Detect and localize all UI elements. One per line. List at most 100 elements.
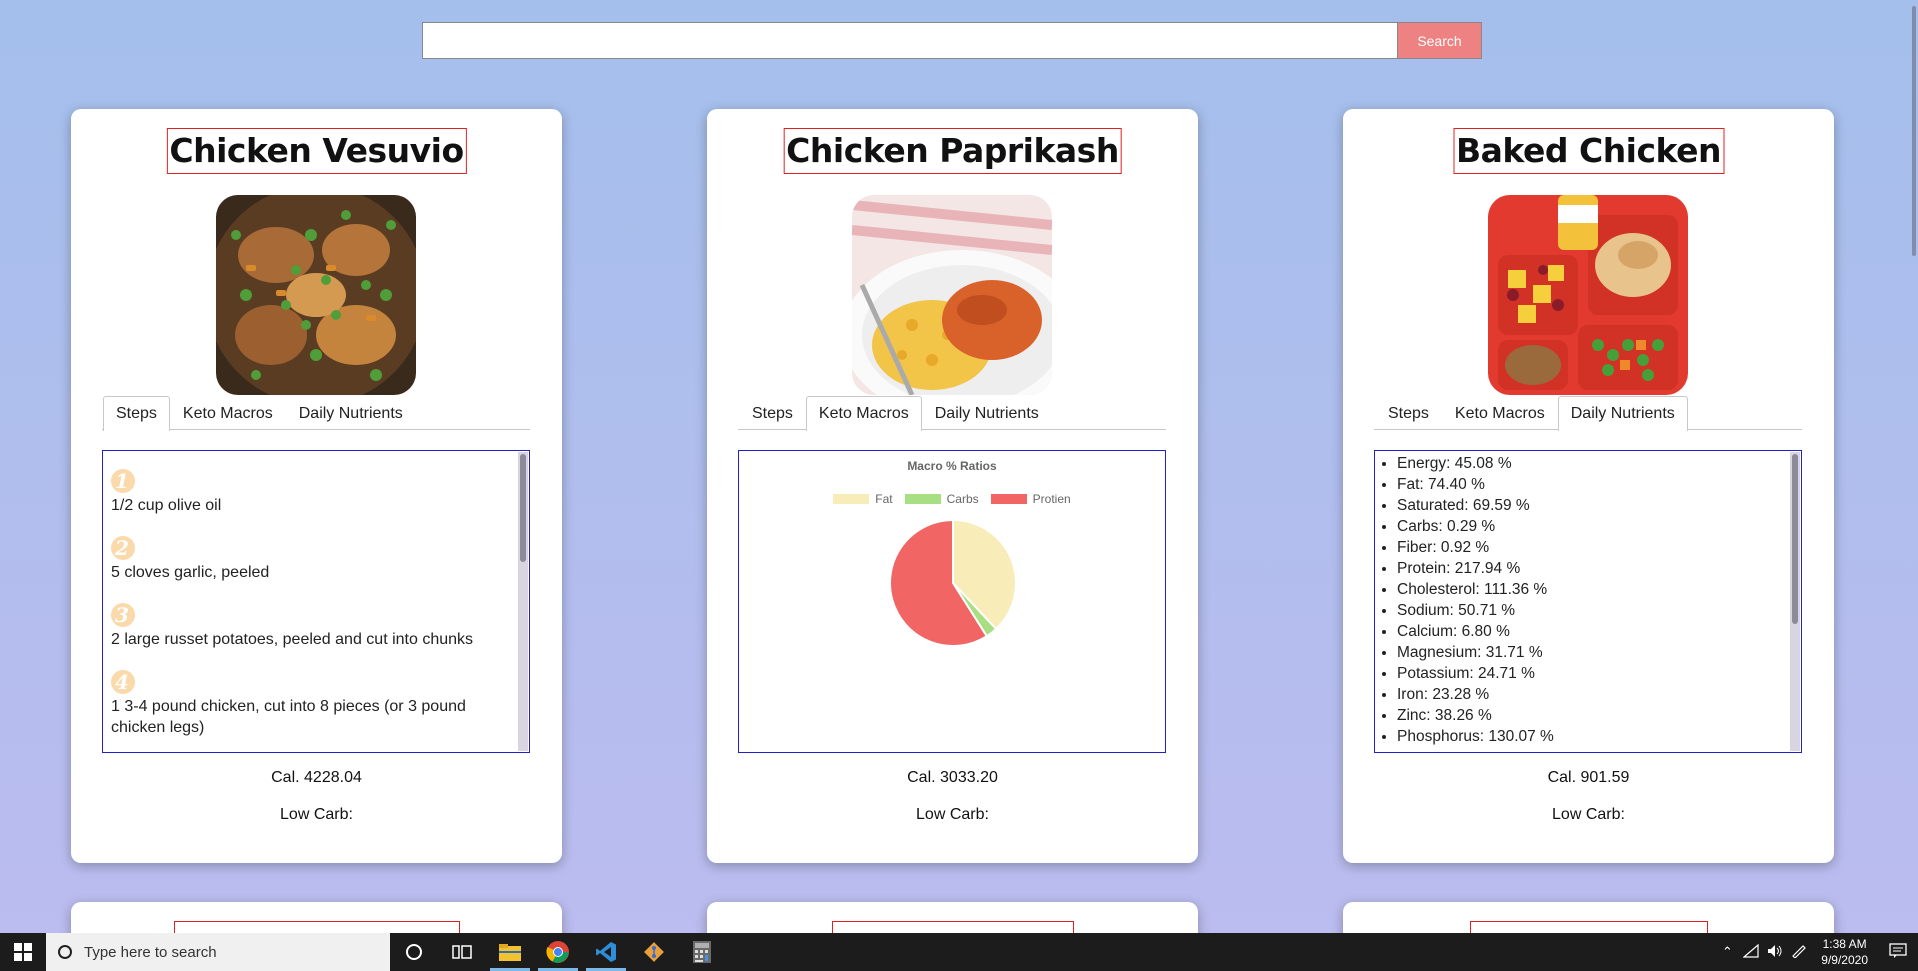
recipe-tabs: Steps Keto Macros Daily Nutrients [1374, 396, 1802, 431]
food-photo-icon [216, 195, 416, 395]
recipe-title: Chicken Vesuvio [166, 128, 467, 174]
chart-title: Macro % Ratios [907, 459, 997, 473]
low-carb-label: Low Carb: [916, 806, 989, 823]
list-item: Magnesium: 31.71 % [1397, 642, 1801, 663]
legend-swatch [833, 494, 870, 504]
tab-keto-macros[interactable]: Keto Macros [1442, 396, 1558, 430]
recipe-image [852, 195, 1052, 395]
scroll-thumb[interactable] [520, 454, 526, 562]
notifications-icon[interactable] [1878, 942, 1918, 962]
list-item: 1 1/2 cup olive oil [111, 469, 529, 516]
legend-label: Carbs [946, 492, 979, 506]
tab-steps[interactable]: Steps [1375, 396, 1442, 430]
step-number-badge: 4 [111, 670, 135, 694]
clock-time: 1:38 AM [1822, 937, 1867, 951]
list-item: Sodium: 50.71 % [1397, 600, 1801, 621]
legend-item-fat[interactable]: Fat [833, 492, 893, 506]
low-carb-label: Low Carb: [1552, 806, 1625, 823]
step-number-badge: 2 [111, 536, 135, 560]
tab-keto-macros[interactable]: Keto Macros [170, 396, 286, 430]
panel-scrollbar[interactable] [518, 452, 528, 751]
calculator-icon[interactable] [678, 933, 726, 971]
list-item: Zinc: 38.26 % [1397, 705, 1801, 726]
recipe-tabs: Steps Keto Macros Daily Nutrients [738, 396, 1166, 431]
step-number-badge: 1 [111, 469, 135, 493]
recipe-card-chicken-vesuvio: Chicken Vesuvio Steps Keto Macros Daily … [71, 109, 562, 863]
food-photo-icon [1488, 195, 1688, 395]
legend-item-protien[interactable]: Protien [990, 492, 1071, 506]
legend-swatch [990, 494, 1027, 504]
list-item: Saturated: 69.59 % [1397, 495, 1801, 516]
system-clock[interactable]: 1:38 AM 9/9/2020 [1811, 936, 1878, 968]
chart-legend: Fat Carbs Protien [739, 492, 1165, 506]
list-item: 4 1 3-4 pound chicken, cut into 8 pieces… [111, 670, 529, 738]
recipe-title: Chicken Paprikash [783, 128, 1122, 174]
tab-keto-macros[interactable]: Keto Macros [805, 396, 922, 431]
calories-label: Cal. 3033.20 [907, 769, 998, 786]
step-text: 5 cloves garlic, peeled [111, 564, 270, 581]
tab-daily-nutrients[interactable]: Daily Nutrients [922, 396, 1052, 430]
legend-item-carbs[interactable]: Carbs [904, 492, 979, 506]
pen-icon[interactable] [1787, 944, 1811, 961]
cortana-icon[interactable] [390, 933, 438, 971]
list-item: Phosphorus: 130.07 % [1397, 726, 1801, 747]
list-item: 2 5 cloves garlic, peeled [111, 536, 529, 583]
nutrients-list: Energy: 45.08 %Fat: 74.40 %Saturated: 69… [1375, 451, 1801, 747]
recipe-card-chicken-paprikash: Chicken Paprikash Steps Keto Macros Dail… [707, 109, 1198, 863]
vscode-icon[interactable] [582, 933, 630, 971]
volume-icon[interactable] [1763, 944, 1787, 961]
taskbar-search[interactable]: Type here to search [46, 933, 390, 971]
recipe-card-baked-chicken: Baked Chicken Steps Keto Macros Daily Nu… [1343, 109, 1834, 863]
chevron-up-icon[interactable]: ⌃ [1715, 944, 1739, 960]
recipe-tabs: Steps Keto Macros Daily Nutrients [102, 396, 530, 431]
task-view-icon[interactable] [438, 933, 486, 971]
tab-daily-nutrients[interactable]: Daily Nutrients [1557, 396, 1688, 431]
list-item: 3 2 large russet potatoes, peeled and cu… [111, 603, 529, 650]
page-scroll-thumb[interactable] [1912, 6, 1916, 256]
system-tray: ⌃ 1:38 AM 9/9/2020 [1715, 933, 1918, 971]
step-number-badge: 3 [111, 603, 135, 627]
tab-steps[interactable]: Steps [739, 396, 806, 430]
windows-taskbar: Type here to search ⌃ 1:38 AM 9/9/2020 [0, 933, 1918, 971]
git-client-icon[interactable] [630, 933, 678, 971]
search-input[interactable] [422, 22, 1398, 59]
list-item: Cholesterol: 111.36 % [1397, 579, 1801, 600]
tab-daily-nutrients[interactable]: Daily Nutrients [286, 396, 416, 430]
list-item: Fat: 74.40 % [1397, 474, 1801, 495]
recipe-image [216, 195, 416, 395]
list-item: Fiber: 0.92 % [1397, 537, 1801, 558]
recipe-title: Baked Chicken [1453, 128, 1724, 174]
list-item: Potassium: 24.71 % [1397, 663, 1801, 684]
list-item: Energy: 45.08 % [1397, 453, 1801, 474]
legend-swatch [904, 494, 941, 504]
chrome-icon[interactable] [534, 933, 582, 971]
search-bar: Search [422, 22, 1482, 59]
scroll-thumb[interactable] [1792, 454, 1798, 624]
windows-logo-icon [14, 943, 32, 961]
steps-panel[interactable]: 1 1/2 cup olive oil 2 5 cloves garlic, p… [102, 450, 530, 753]
recipe-image [1488, 195, 1688, 395]
step-text: 1/2 cup olive oil [111, 497, 222, 514]
network-icon[interactable] [1739, 943, 1763, 961]
tab-steps[interactable]: Steps [103, 396, 170, 431]
low-carb-label: Low Carb: [280, 806, 353, 823]
step-text: 2 large russet potatoes, peeled and cut … [111, 631, 474, 648]
panel-scrollbar[interactable] [1790, 452, 1800, 751]
food-photo-icon [852, 195, 1052, 395]
start-button[interactable] [0, 933, 46, 971]
macro-pie-chart [889, 519, 1017, 647]
search-icon [58, 945, 72, 959]
step-text: 1 3-4 pound chicken, cut into 8 pieces (… [111, 698, 466, 736]
search-button[interactable]: Search [1398, 22, 1482, 59]
list-item: Carbs: 0.29 % [1397, 516, 1801, 537]
calories-label: Cal. 4228.04 [271, 769, 362, 786]
nutrients-panel[interactable]: Energy: 45.08 %Fat: 74.40 %Saturated: 69… [1374, 450, 1802, 753]
list-item: Calcium: 6.80 % [1397, 621, 1801, 642]
macros-chart-panel: Macro % Ratios Fat Carbs Protien [738, 450, 1166, 753]
file-explorer-icon[interactable] [486, 933, 534, 971]
calories-label: Cal. 901.59 [1547, 769, 1630, 786]
list-item: Iron: 23.28 % [1397, 684, 1801, 705]
page-scrollbar[interactable] [1908, 0, 1918, 933]
clock-date: 9/9/2020 [1821, 953, 1868, 967]
legend-label: Fat [875, 492, 893, 506]
